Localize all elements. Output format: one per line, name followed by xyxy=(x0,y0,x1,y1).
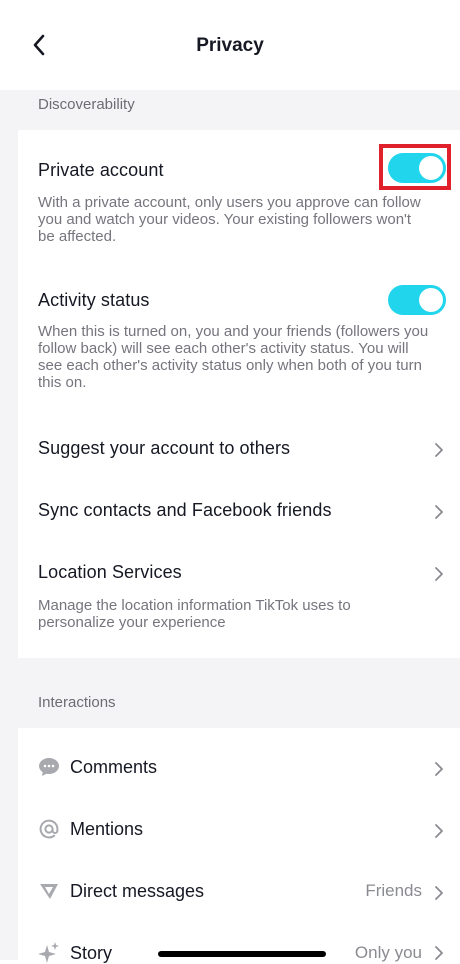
activity-status-title: Activity status xyxy=(38,290,150,310)
section-label-interactions: Interactions xyxy=(38,694,116,711)
suggest-account-title: Suggest your account to others xyxy=(38,438,291,458)
chevron-right-icon xyxy=(435,567,443,581)
highlight-box xyxy=(379,144,451,190)
sparkle-icon xyxy=(38,942,60,964)
chevron-right-icon xyxy=(435,505,443,519)
comments-label: Comments xyxy=(70,757,158,777)
chevron-right-icon xyxy=(435,946,443,960)
location-services-description: Manage the location information TikTok u… xyxy=(38,597,351,631)
chevron-right-icon xyxy=(435,824,443,838)
direct-messages-label: Direct messages xyxy=(70,881,205,901)
story-value: Only you xyxy=(354,943,422,962)
privacy-screen: Privacy Discoverability Private account … xyxy=(0,0,460,963)
direct-messages-value: Friends xyxy=(365,881,422,900)
comment-bubble-icon xyxy=(38,756,60,778)
story-label: Story xyxy=(70,943,113,963)
header-bar: Privacy xyxy=(0,0,460,90)
location-services-title: Location Services xyxy=(38,562,182,582)
page-title: Privacy xyxy=(196,35,264,56)
private-account-description: With a private account, only users you a… xyxy=(38,194,421,245)
mentions-label: Mentions xyxy=(70,819,144,839)
left-gutter xyxy=(0,0,18,960)
sync-contacts-title: Sync contacts and Facebook friends xyxy=(38,500,332,520)
private-account-title: Private account xyxy=(38,160,164,180)
send-icon xyxy=(38,880,60,902)
section-background xyxy=(0,658,460,728)
activity-status-description: When this is turned on, you and your fri… xyxy=(38,323,429,391)
chevron-right-icon xyxy=(435,443,443,457)
activity-status-toggle[interactable] xyxy=(388,285,446,315)
toggle-knob xyxy=(419,288,443,312)
at-sign-icon xyxy=(38,818,60,840)
chevron-right-icon xyxy=(435,886,443,900)
chevron-right-icon xyxy=(435,762,443,776)
section-label-discoverability: Discoverability xyxy=(38,96,135,113)
home-indicator[interactable] xyxy=(158,951,326,957)
